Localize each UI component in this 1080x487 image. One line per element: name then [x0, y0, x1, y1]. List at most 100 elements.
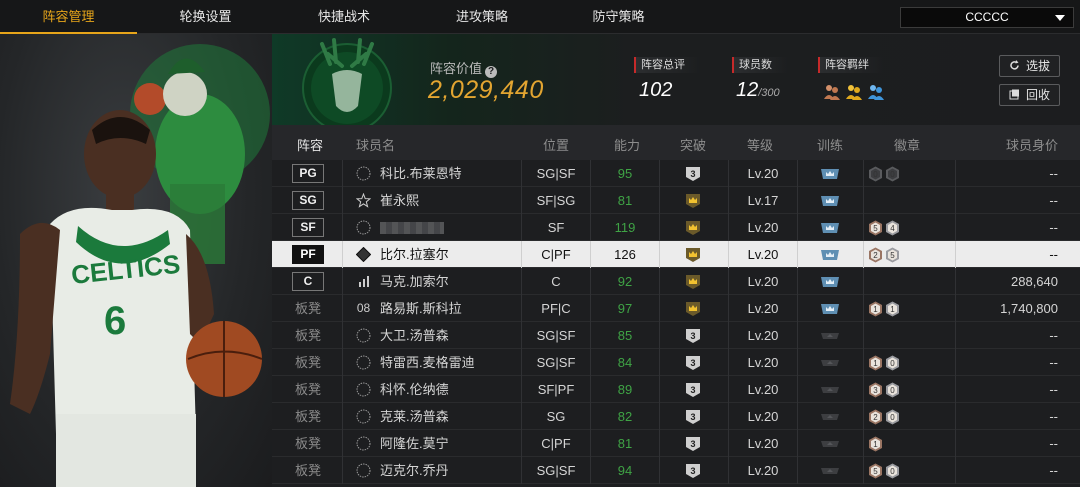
badge-count: 3: [873, 386, 878, 395]
table-row[interactable]: 板凳 08 路易斯.斯科拉 PF|C 97 Lv.20 1 1 1,740,800: [272, 295, 1080, 322]
player-level: Lv.20: [747, 247, 779, 262]
tab-rotation[interactable]: 轮换设置: [137, 0, 274, 34]
training-empty-icon[interactable]: [820, 464, 840, 478]
bond-icon-1[interactable]: [823, 83, 840, 100]
pick-button[interactable]: 选拔: [999, 55, 1060, 77]
col-level: 等级: [746, 138, 773, 153]
divider: [342, 214, 343, 241]
divider: [342, 322, 343, 349]
badge-hex-icon[interactable]: 0: [885, 355, 900, 371]
badge-hex-icon[interactable]: 1: [868, 436, 883, 452]
tab-lineup[interactable]: 阵容管理: [0, 0, 137, 34]
badge-hex-icon[interactable]: 0: [885, 463, 900, 479]
player-price: --: [1049, 409, 1058, 424]
tab-tactics[interactable]: 快捷战术: [274, 0, 414, 34]
training-crown-icon[interactable]: [820, 248, 840, 262]
training-empty-icon[interactable]: [820, 356, 840, 370]
badge-count: 2: [873, 413, 878, 422]
divider: [863, 187, 864, 214]
divider: [797, 187, 798, 214]
training-empty-icon[interactable]: [820, 329, 840, 343]
badge-count: 1: [873, 359, 878, 368]
table-row[interactable]: 板凳 克莱.汤普森 SG 82 3 Lv.20 2 0 --: [272, 403, 1080, 430]
table-row[interactable]: C 马克.加索尔 C 92 Lv.20 288,640: [272, 268, 1080, 295]
badge-hex-icon[interactable]: 5: [868, 463, 883, 479]
divider: [797, 214, 798, 241]
stats-card-icon: [359, 276, 369, 287]
badge-hex-icon[interactable]: 1: [868, 301, 883, 317]
training-empty-icon[interactable]: [820, 437, 840, 451]
table-row[interactable]: 板凳 科怀.伦纳德 SF|PF 89 3 Lv.20 3 0 --: [272, 376, 1080, 403]
player-level: Lv.20: [747, 220, 779, 235]
stat-label-rating: 阵容总评: [634, 57, 700, 73]
training-crown-icon[interactable]: [820, 221, 840, 235]
badge-hex-icon[interactable]: 1: [868, 355, 883, 371]
badge-count: 0: [890, 467, 895, 476]
badge-hex-icon[interactable]: 2: [868, 409, 883, 425]
badge-hex-icon[interactable]: 1: [885, 301, 900, 317]
player-position: SG|SF: [536, 463, 576, 478]
divider: [659, 457, 660, 484]
player-ability: 81: [617, 436, 633, 451]
player-position: SF: [547, 220, 565, 235]
badge-hex-icon[interactable]: 4: [885, 220, 900, 236]
badge-hex-icon[interactable]: 0: [885, 409, 900, 425]
slot-bench: 板凳: [294, 355, 321, 370]
divider: [955, 322, 956, 349]
breakthrough-shield-icon: 3: [686, 410, 700, 424]
badge-hex-icon[interactable]: 0: [885, 166, 900, 182]
training-crown-icon[interactable]: [820, 302, 840, 316]
tab-defense[interactable]: 防守策略: [550, 0, 687, 34]
badge-count: 2: [873, 251, 878, 260]
badge-hex-icon[interactable]: 0: [885, 382, 900, 398]
table-row[interactable]: PF 比尔.拉塞尔 C|PF 126 Lv.20 2 5 --: [272, 241, 1080, 268]
badge-hex-icon[interactable]: 5: [885, 247, 900, 263]
badge-hex-icon[interactable]: 3: [868, 382, 883, 398]
table-row[interactable]: 板凳 大卫.汤普森 SG|SF 85 3 Lv.20 --: [272, 322, 1080, 349]
table-row[interactable]: 板凳 迈克尔.乔丹 SG|SF 94 3 Lv.20 5 0 --: [272, 457, 1080, 484]
players-max: /300: [758, 87, 780, 99]
badge-hex-icon[interactable]: 5: [868, 220, 883, 236]
breakthrough-level: 3: [690, 358, 695, 368]
team-logo: [302, 38, 392, 126]
breakthrough-level: 3: [690, 385, 695, 395]
dropdown-value: CCCCC: [965, 10, 1009, 24]
player-ability: 95: [617, 166, 633, 181]
player-level: Lv.20: [747, 274, 779, 289]
badge-hex-icon[interactable]: 0: [868, 166, 883, 182]
training-crown-icon[interactable]: [820, 167, 840, 181]
divider: [955, 214, 956, 241]
player-price: --: [1049, 166, 1058, 181]
training-empty-icon[interactable]: [820, 383, 840, 397]
col-ability: 能力: [613, 138, 640, 153]
bond-icon-2[interactable]: [845, 83, 862, 100]
divider: [342, 376, 343, 403]
lineup-value: 2,029,440: [428, 76, 544, 104]
recycle-button[interactable]: 回收: [999, 84, 1060, 106]
star-card-icon: [356, 193, 371, 208]
slot-position: SG: [292, 191, 324, 210]
copy-card-icon: [356, 220, 371, 235]
table-row[interactable]: SG 崔永熙 SF|SG 81 Lv.17 --: [272, 187, 1080, 214]
divider: [659, 403, 660, 430]
training-empty-icon[interactable]: [820, 410, 840, 424]
divider: [797, 376, 798, 403]
players-count: 12: [736, 79, 759, 101]
jersey-number: 6: [104, 299, 126, 343]
divider: [863, 268, 864, 295]
training-crown-icon[interactable]: [820, 194, 840, 208]
tab-offense[interactable]: 进攻策略: [414, 0, 550, 34]
table-row[interactable]: 板凳 特雷西.麦格雷迪 SG|SF 84 3 Lv.20 1 0 --: [272, 349, 1080, 376]
lineup-dropdown[interactable]: CCCCC: [900, 7, 1074, 28]
badge-hex-icon[interactable]: 2: [868, 247, 883, 263]
bond-icon-3[interactable]: [867, 83, 884, 100]
slot-bench: 板凳: [294, 382, 321, 397]
divider: [863, 349, 864, 376]
divider: [659, 187, 660, 214]
player-position: SG: [546, 409, 566, 424]
training-crown-icon[interactable]: [820, 275, 840, 289]
lineup-header: 阵容价值? 2,029,440 阵容总评 102 球员数 12/300 阵容羁绊…: [272, 34, 1080, 126]
table-row[interactable]: 板凳 阿隆佐.莫宁 C|PF 81 3 Lv.20 1 --: [272, 430, 1080, 457]
table-row[interactable]: SF SF 119 Lv.20 5 4 --: [272, 214, 1080, 241]
table-row[interactable]: PG 科比.布莱恩特 SG|SF 95 3 Lv.20 0 0 --: [272, 160, 1080, 187]
